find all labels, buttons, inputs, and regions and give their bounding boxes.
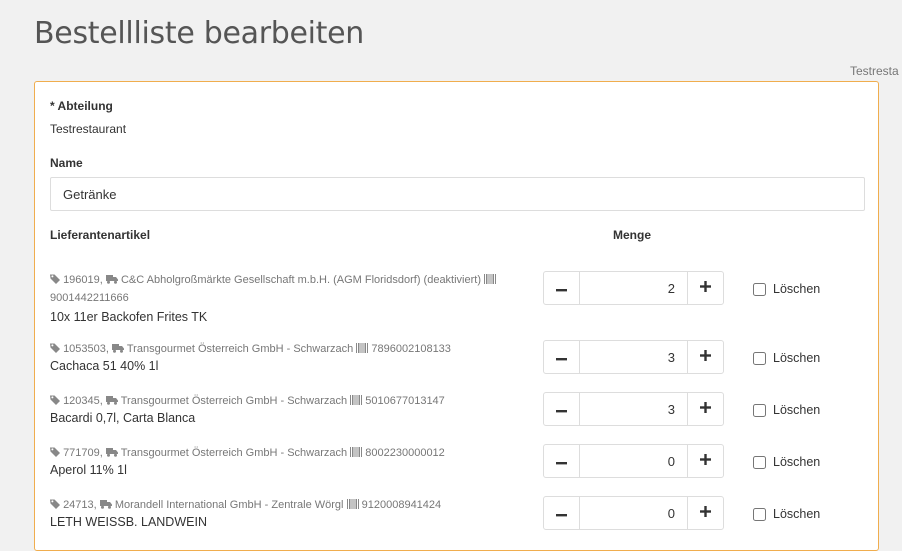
increment-button[interactable] <box>687 341 723 373</box>
barcode-icon <box>346 496 359 514</box>
department-label: * Abteilung <box>50 99 113 113</box>
article-name: Bacardi 0,7l, Carta Blanca <box>50 411 196 425</box>
article-name: LETH WEISSB. LANDWEIN <box>50 515 207 529</box>
barcode-icon <box>356 340 369 358</box>
column-header-article: Lieferantenartikel <box>50 228 151 242</box>
quantity-input[interactable] <box>580 341 687 373</box>
tag-icon <box>50 340 60 358</box>
truck-icon <box>99 496 112 514</box>
article-number: 196019, <box>63 274 103 286</box>
truck-icon <box>105 271 118 289</box>
delete-label: Löschen <box>773 507 821 521</box>
barcode-number: 9001442211666 <box>50 292 129 304</box>
article-meta: 196019, C&C Abholgroßmärkte Gesellschaft… <box>50 271 505 307</box>
article-number: 1053503, <box>63 343 109 355</box>
barcode-number: 8002230000012 <box>365 447 445 459</box>
supplier-name: Transgourmet Österreich GmbH - Schwarzac… <box>126 343 354 355</box>
quantity-stepper <box>543 340 724 374</box>
delete-label: Löschen <box>773 455 821 469</box>
barcode-icon <box>484 271 497 289</box>
delete-label: Löschen <box>773 282 821 296</box>
minus-icon <box>556 279 567 297</box>
delete-label: Löschen <box>773 403 821 417</box>
barcode-icon <box>350 444 363 462</box>
minus-icon <box>556 400 567 418</box>
delete-checkbox[interactable] <box>753 507 766 521</box>
page-title: Bestellliste bearbeiten <box>34 16 364 51</box>
truck-icon <box>105 444 118 462</box>
article-number: 120345, <box>63 395 103 407</box>
department-header-label: Testresta <box>850 64 899 78</box>
barcode-icon <box>350 392 363 410</box>
tag-icon <box>50 496 60 514</box>
delete-toggle[interactable]: Löschen <box>753 455 820 469</box>
tag-icon <box>50 444 60 462</box>
quantity-input[interactable] <box>580 393 687 425</box>
plus-icon <box>700 452 711 470</box>
supplier-name: Transgourmet Österreich GmbH - Schwarzac… <box>120 395 348 407</box>
quantity-stepper <box>543 444 724 478</box>
tag-icon <box>50 392 60 410</box>
plus-icon <box>700 504 711 522</box>
delete-checkbox[interactable] <box>753 403 766 417</box>
article-meta: 771709, Transgourmet Österreich GmbH - S… <box>50 444 505 462</box>
article-meta: 1053503, Transgourmet Österreich GmbH - … <box>50 340 505 358</box>
delete-checkbox[interactable] <box>753 351 766 365</box>
article-number: 24713, <box>63 499 97 511</box>
quantity-stepper <box>543 496 724 530</box>
article-name: Aperol 11% 1l <box>50 463 127 477</box>
decrement-button[interactable] <box>544 497 580 529</box>
quantity-input[interactable] <box>580 445 687 477</box>
decrement-button[interactable] <box>544 393 580 425</box>
increment-button[interactable] <box>687 393 723 425</box>
plus-icon <box>700 348 711 366</box>
decrement-button[interactable] <box>544 272 580 304</box>
quantity-stepper <box>543 392 724 426</box>
truck-icon <box>105 392 118 410</box>
barcode-number: 9120008941424 <box>361 499 442 511</box>
supplier-name: C&C Abholgroßmärkte Gesellschaft m.b.H. … <box>120 274 481 286</box>
delete-toggle[interactable]: Löschen <box>753 507 820 521</box>
quantity-input[interactable] <box>580 497 687 529</box>
quantity-stepper <box>543 271 724 305</box>
increment-button[interactable] <box>687 497 723 529</box>
tag-icon <box>50 271 60 289</box>
delete-toggle[interactable]: Löschen <box>753 351 820 365</box>
decrement-button[interactable] <box>544 341 580 373</box>
article-meta: 24713, Morandell International GmbH - Ze… <box>50 496 505 514</box>
delete-toggle[interactable]: Löschen <box>753 282 820 296</box>
article-meta: 120345, Transgourmet Österreich GmbH - S… <box>50 392 505 410</box>
delete-checkbox[interactable] <box>753 455 766 469</box>
order-list-form: * Abteilung Testrestaurant Name Lieferan… <box>34 81 879 551</box>
delete-toggle[interactable]: Löschen <box>753 403 820 417</box>
plus-icon <box>700 279 711 297</box>
column-header-quantity: Menge <box>613 228 652 242</box>
barcode-number: 5010677013147 <box>365 395 445 407</box>
barcode-number: 7896002108133 <box>371 343 451 355</box>
increment-button[interactable] <box>687 445 723 477</box>
article-name: Cachaca 51 40% 1l <box>50 359 159 373</box>
delete-checkbox[interactable] <box>753 282 766 296</box>
department-value: Testrestaurant <box>50 122 127 136</box>
minus-icon <box>556 452 567 470</box>
plus-icon <box>700 400 711 418</box>
minus-icon <box>556 504 567 522</box>
supplier-name: Morandell International GmbH - Zentrale … <box>114 499 344 511</box>
minus-icon <box>556 348 567 366</box>
delete-label: Löschen <box>773 351 821 365</box>
supplier-name: Transgourmet Österreich GmbH - Schwarzac… <box>120 447 348 459</box>
decrement-button[interactable] <box>544 445 580 477</box>
increment-button[interactable] <box>687 272 723 304</box>
truck-icon <box>112 340 125 358</box>
name-label: Name <box>50 156 83 170</box>
article-number: 771709, <box>63 447 103 459</box>
article-name: 10x 11er Backofen Frites TK <box>50 310 208 324</box>
quantity-input[interactable] <box>580 272 687 304</box>
name-input[interactable] <box>50 177 865 211</box>
